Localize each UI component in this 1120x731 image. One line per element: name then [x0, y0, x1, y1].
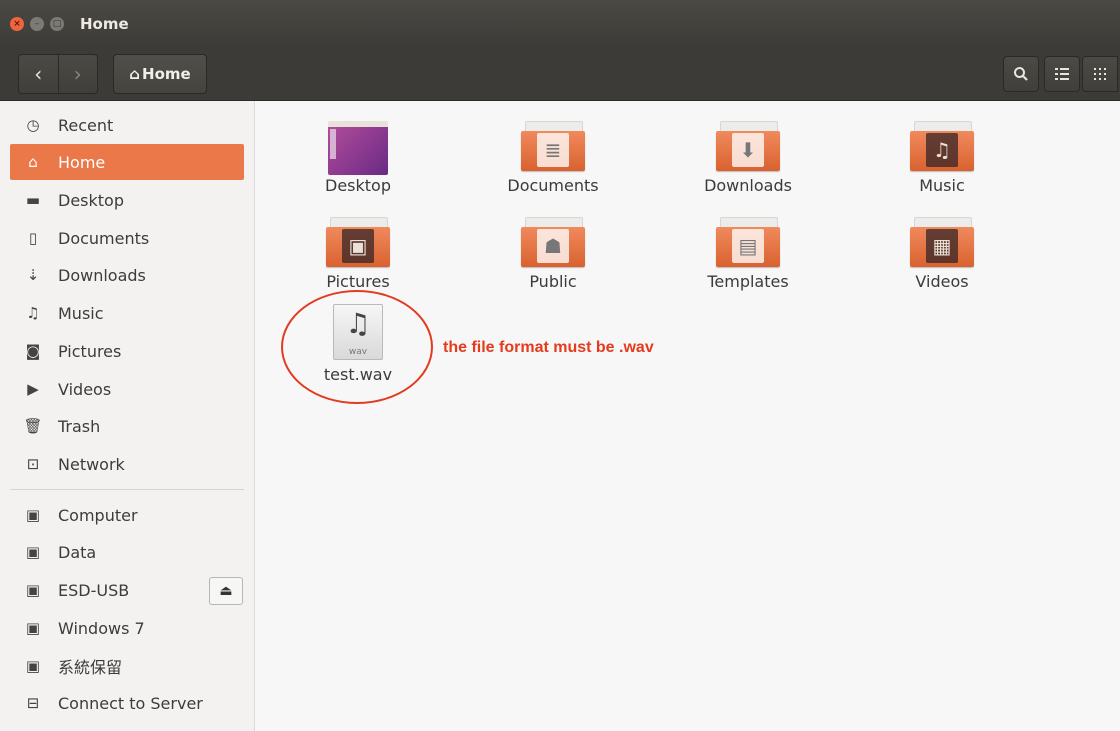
- path-bar-home[interactable]: ⌂ Home: [113, 54, 207, 94]
- sidebar-item-connect-to-server[interactable]: ⊟ Connect to Server: [10, 685, 244, 721]
- clock-icon: ◷: [26, 116, 40, 134]
- trash-icon: 🗑: [23, 417, 43, 435]
- file-item-label: Music: [919, 176, 965, 195]
- sidebar-item-home[interactable]: ⌂ Home: [10, 144, 244, 180]
- sidebar-item-system-reserved[interactable]: ▣ 系統保留: [10, 648, 244, 684]
- document-icon: ▯: [28, 229, 38, 247]
- window-controls: × – □: [10, 17, 70, 31]
- file-item-public[interactable]: ☗ Public: [473, 215, 633, 291]
- download-icon: ⇣: [26, 266, 40, 284]
- sidebar-item-data[interactable]: ▣ Data: [10, 534, 244, 570]
- file-item-label: Public: [529, 272, 577, 291]
- videos-folder-icon: ▦: [910, 215, 974, 267]
- sidebar-item-label: Recent: [58, 115, 114, 135]
- sidebar-item-music[interactable]: ♫ Music: [10, 295, 244, 331]
- file-item-pictures[interactable]: ▣ Pictures: [278, 215, 438, 291]
- sidebar-item-label: Documents: [58, 228, 150, 248]
- file-item-videos[interactable]: ▦ Videos: [862, 215, 1022, 291]
- file-item-templates[interactable]: ▤ Templates: [668, 215, 828, 291]
- search-icon: [1014, 67, 1028, 81]
- navigation-buttons: ‹ ›: [18, 54, 98, 94]
- server-icon: ⊟: [26, 694, 40, 712]
- file-view: Desktop ≣ Documents ⬇ Downloads ♫ Music …: [255, 101, 1120, 731]
- drive-icon: ▣: [25, 619, 41, 637]
- camera-icon: ◙: [25, 342, 41, 360]
- home-icon: ⌂: [129, 65, 141, 83]
- sidebar-item-recent[interactable]: ◷ Recent: [10, 107, 244, 143]
- video-icon: ▶: [27, 380, 39, 398]
- sidebar-item-label: Downloads: [58, 265, 146, 285]
- desktop-folder-icon: [326, 119, 390, 175]
- file-item-label: Documents: [507, 176, 599, 195]
- music-folder-icon: ♫: [910, 119, 974, 171]
- drive-icon: ▣: [25, 506, 41, 524]
- sidebar-item-label: Home: [58, 152, 106, 172]
- forward-button[interactable]: ›: [57, 55, 98, 93]
- sidebar-item-label: Network: [58, 454, 125, 474]
- back-button[interactable]: ‹: [19, 55, 58, 93]
- chevron-right-icon: ›: [73, 62, 82, 86]
- toolbar: ‹ › ⌂ Home: [0, 48, 1120, 101]
- sidebar-item-downloads[interactable]: ⇣ Downloads: [10, 257, 244, 293]
- sidebar-item-pictures[interactable]: ◙ Pictures: [10, 333, 244, 369]
- documents-folder-icon: ≣: [521, 119, 585, 171]
- sidebar-item-videos[interactable]: ▶ Videos: [10, 371, 244, 407]
- title-bar: × – □ Home: [0, 0, 1120, 48]
- sidebar-item-windows-7[interactable]: ▣ Windows 7: [10, 610, 244, 646]
- home-icon: ⌂: [28, 153, 38, 171]
- sidebar-item-label: 系統保留: [58, 658, 123, 677]
- sidebar-item-label: Data: [58, 542, 97, 562]
- downloads-folder-icon: ⬇: [716, 119, 780, 171]
- sidebar-item-label: Videos: [58, 379, 112, 399]
- music-icon: ♫: [26, 304, 40, 322]
- pictures-folder-icon: ▣: [326, 215, 390, 267]
- sidebar-item-network[interactable]: ⊡ Network: [10, 446, 244, 482]
- search-button[interactable]: [1003, 56, 1039, 92]
- path-label: Home: [142, 65, 191, 83]
- file-item-label: Downloads: [704, 176, 792, 195]
- network-icon: ⊡: [26, 455, 40, 473]
- file-item-music[interactable]: ♫ Music: [862, 119, 1022, 195]
- file-item-desktop[interactable]: Desktop: [278, 119, 438, 195]
- grid-view-button[interactable]: [1082, 56, 1118, 92]
- sidebar-item-label: Desktop: [58, 190, 124, 210]
- sidebar-item-label: Connect to Server: [58, 693, 203, 713]
- sidebar-item-label: Music: [58, 303, 104, 323]
- sidebar-item-label: Trash: [58, 416, 101, 436]
- file-item-documents[interactable]: ≣ Documents: [473, 119, 633, 195]
- folder-icon: ▬: [25, 191, 41, 209]
- sidebar: ◷ Recent ⌂ Home ▬ Desktop ▯ Documents ⇣ …: [0, 101, 255, 731]
- file-item-label: Templates: [707, 272, 789, 291]
- sidebar-item-trash[interactable]: 🗑 Trash: [10, 408, 244, 444]
- window-title: Home: [80, 15, 129, 33]
- file-item-downloads[interactable]: ⬇ Downloads: [668, 119, 828, 195]
- sidebar-item-label: Windows 7: [58, 618, 145, 638]
- sidebar-item-label: ESD-USB: [58, 580, 130, 600]
- sidebar-item-documents[interactable]: ▯ Documents: [10, 220, 244, 256]
- sidebar-item-desktop[interactable]: ▬ Desktop: [10, 182, 244, 218]
- chevron-left-icon: ‹: [34, 62, 43, 86]
- list-view-icon: [1055, 68, 1069, 80]
- public-folder-icon: ☗: [521, 215, 585, 267]
- close-window-icon[interactable]: ×: [10, 17, 24, 31]
- list-view-button[interactable]: [1044, 56, 1080, 92]
- file-item-label: Pictures: [326, 272, 390, 291]
- templates-folder-icon: ▤: [716, 215, 780, 267]
- drive-icon: ▣: [25, 581, 41, 599]
- sidebar-divider: [10, 489, 244, 490]
- grid-view-icon: [1094, 68, 1106, 80]
- eject-icon: ⏏: [219, 583, 233, 599]
- file-item-label: Videos: [915, 272, 969, 291]
- sidebar-item-label: Computer: [58, 505, 138, 525]
- maximize-window-icon[interactable]: □: [50, 17, 64, 31]
- minimize-window-icon[interactable]: –: [30, 17, 44, 31]
- sidebar-item-label: Pictures: [58, 341, 122, 361]
- annotation-text: the file format must be .wav: [443, 339, 654, 356]
- sidebar-item-computer[interactable]: ▣ Computer: [10, 497, 244, 533]
- annotation-circle: [281, 290, 433, 404]
- eject-button[interactable]: ⏏: [209, 577, 243, 605]
- drive-icon: ▣: [25, 543, 41, 561]
- drive-icon: ▣: [25, 657, 41, 675]
- file-item-label: Desktop: [325, 176, 391, 195]
